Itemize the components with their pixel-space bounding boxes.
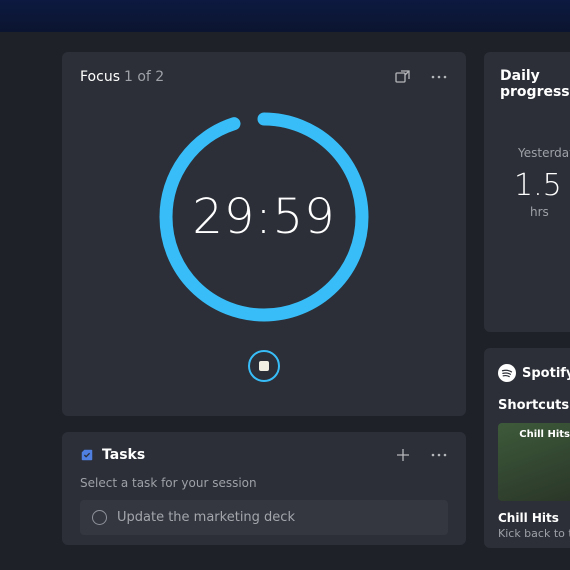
spotify-brand: Spotify (522, 366, 570, 381)
task-row[interactable]: Update the marketing deck (80, 500, 448, 535)
tasks-card: Tasks Select a task for your session Upd… (62, 432, 466, 545)
daily-progress-label: Yesterday (500, 146, 570, 160)
album-title: Chill Hits (498, 511, 570, 525)
timer-display: 29:59 (155, 108, 373, 326)
tasks-subtitle: Select a task for your session (80, 476, 448, 490)
stop-icon (259, 361, 269, 371)
daily-progress-card: Daily progress Yesterday 1.5 hrs (484, 52, 570, 332)
stop-button[interactable] (248, 350, 280, 382)
daily-progress-title: Daily progress (500, 68, 570, 100)
task-label: Update the marketing deck (117, 510, 295, 525)
focus-card: Focus1 of 2 29:59 (62, 52, 466, 416)
more-icon[interactable] (430, 68, 448, 86)
window-titlebar (0, 0, 570, 32)
tasks-icon (80, 448, 94, 462)
tasks-title: Tasks (102, 447, 145, 463)
add-task-icon[interactable] (394, 446, 412, 464)
album-art[interactable]: Chill Hits (498, 423, 570, 501)
tasks-more-icon[interactable] (430, 446, 448, 464)
album-subtitle: Kick back to t (498, 527, 570, 540)
spotify-icon (498, 364, 516, 382)
task-checkbox-icon[interactable] (92, 510, 107, 525)
daily-progress-unit: hrs (500, 205, 570, 219)
timer-ring: 29:59 (155, 108, 373, 326)
daily-progress-value: 1.5 (500, 168, 570, 203)
popout-icon[interactable] (394, 68, 412, 86)
spotify-section: Shortcuts (498, 398, 570, 413)
focus-title: Focus1 of 2 (80, 69, 164, 85)
spotify-card: Spotify Shortcuts Chill Hits Chill Hits … (484, 348, 570, 548)
